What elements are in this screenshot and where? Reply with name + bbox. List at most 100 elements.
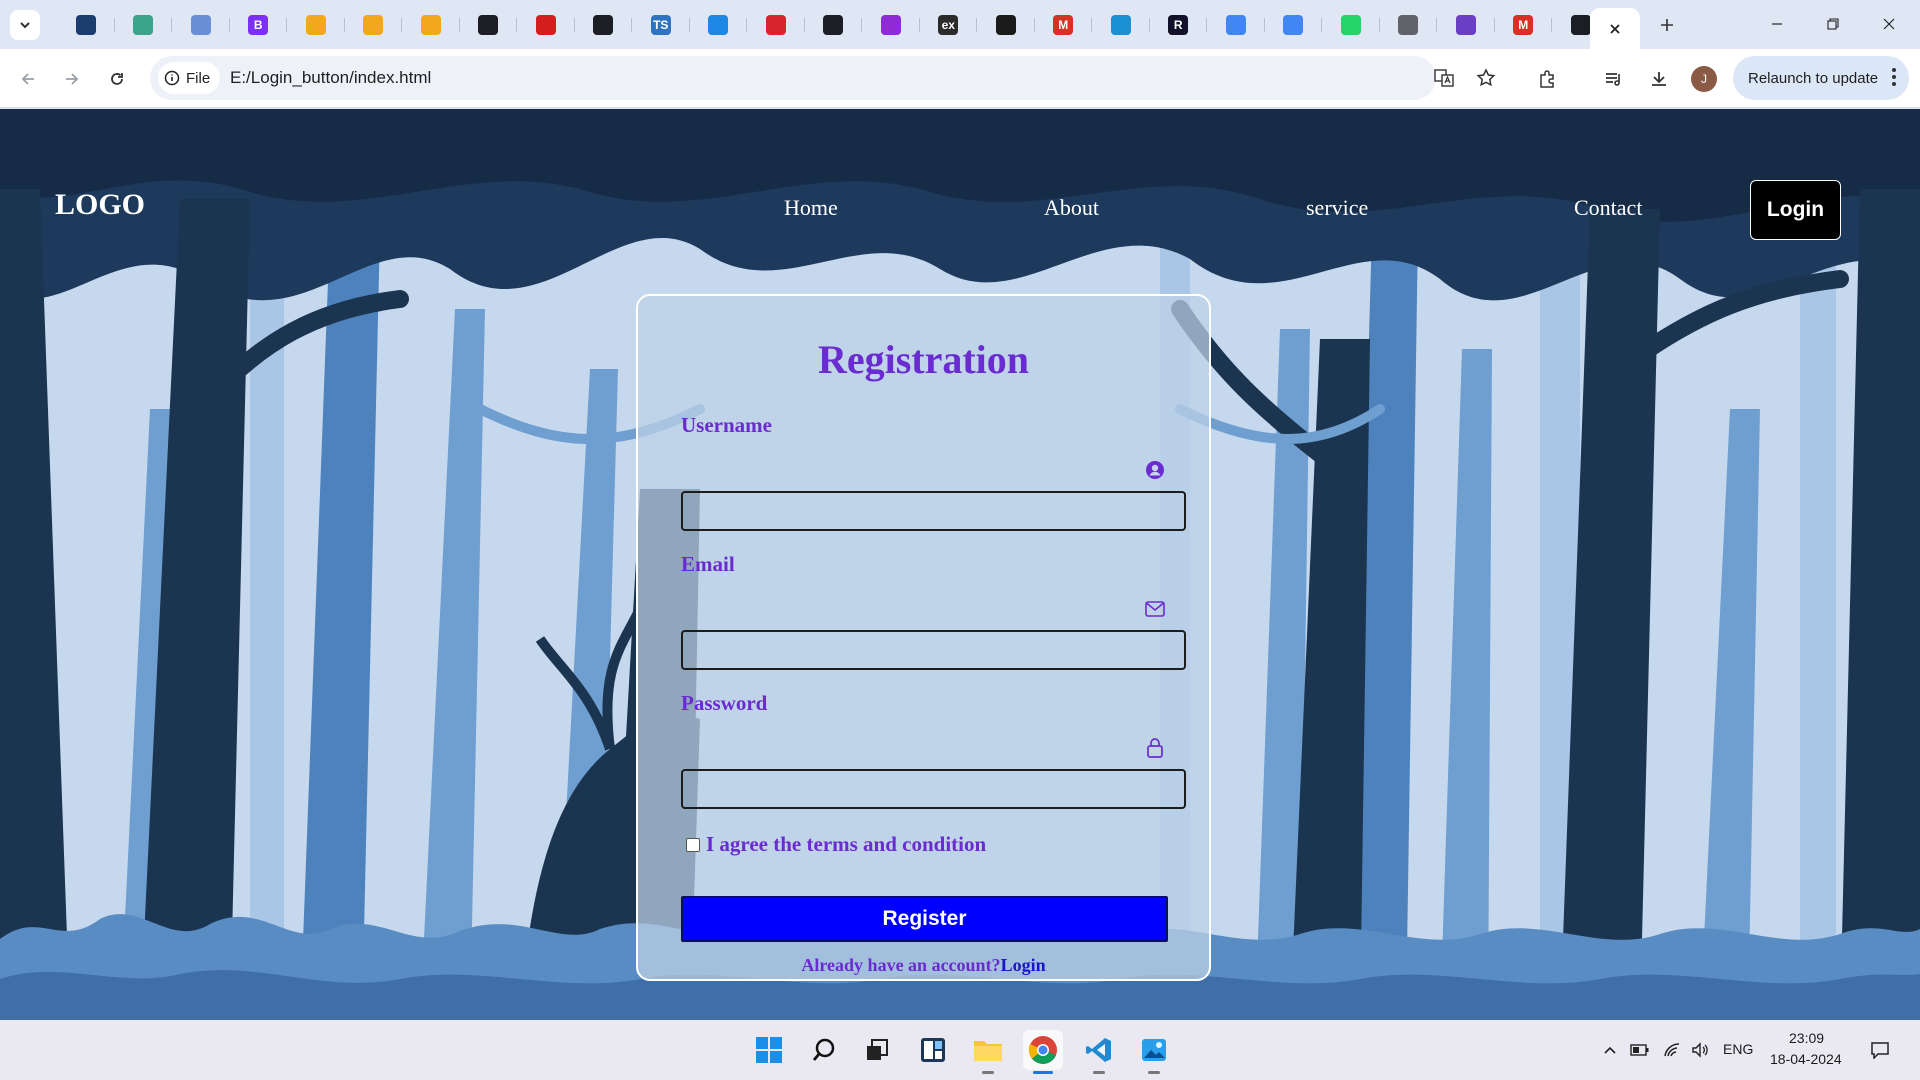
profile-avatar[interactable]: J [1691, 66, 1717, 92]
download-icon [1652, 72, 1666, 86]
site-chip-label: File [186, 69, 211, 87]
terms-row: I agree the terms and condition [686, 832, 986, 857]
tab[interactable]: M [1495, 12, 1553, 38]
r-favicon: R [1168, 15, 1189, 35]
notification-icon[interactable] [1870, 1040, 1890, 1060]
tab[interactable] [287, 12, 345, 38]
nav-link-about[interactable]: About [1044, 195, 1099, 221]
chrome-active-indicator [1033, 1071, 1053, 1074]
login-link[interactable]: Login [1001, 955, 1046, 975]
chrome-icon[interactable] [1023, 1030, 1063, 1070]
username-input[interactable] [681, 491, 1186, 531]
tab[interactable] [1437, 12, 1495, 38]
tab[interactable] [1207, 12, 1265, 38]
taskbar: ENG 23:09 18-04-2024 [0, 1020, 1920, 1080]
tab[interactable]: ex [920, 12, 978, 38]
photos-running-indicator [1148, 1071, 1160, 1074]
tab[interactable] [862, 12, 920, 38]
gmail-favicon: M [1053, 15, 1074, 35]
arrow-right-icon [66, 73, 79, 85]
battery-icon[interactable] [1630, 1040, 1650, 1060]
nav-login-button[interactable]: Login [1750, 180, 1841, 240]
bookmark-star-icon[interactable] [1472, 64, 1500, 92]
nav-link-service[interactable]: service [1306, 195, 1368, 221]
tab[interactable] [172, 12, 230, 38]
github-favicon [1570, 15, 1591, 35]
url-text[interactable]: E:/Login_button/index.html [230, 68, 431, 88]
tab[interactable] [1380, 12, 1438, 38]
terms-checkbox[interactable] [686, 837, 700, 852]
new-tab-button[interactable] [1652, 10, 1682, 40]
tab[interactable] [517, 12, 575, 38]
tab[interactable] [115, 12, 173, 38]
minimize-icon [1772, 23, 1782, 25]
active-tab[interactable] [1590, 8, 1640, 49]
back-button[interactable] [12, 63, 44, 95]
red-n-favicon [535, 15, 556, 35]
purple-list-favicon [1455, 15, 1476, 35]
tab[interactable] [1322, 12, 1380, 38]
tab[interactable] [690, 12, 748, 38]
tab[interactable] [805, 12, 863, 38]
wifi-icon[interactable] [1662, 1040, 1682, 1060]
tab[interactable] [1265, 12, 1323, 38]
search-icon[interactable] [804, 1030, 844, 1070]
tab[interactable] [345, 12, 403, 38]
tab[interactable]: TS [632, 12, 690, 38]
forward-button[interactable] [56, 63, 88, 95]
restore-button[interactable] [1808, 8, 1858, 40]
vscode-icon[interactable] [1079, 1030, 1119, 1070]
tab[interactable]: B [230, 12, 288, 38]
volume-icon[interactable] [1690, 1040, 1710, 1060]
chevron-up-icon[interactable] [1600, 1040, 1620, 1060]
chevron-down-icon [20, 22, 30, 29]
nav-link-home[interactable]: Home [784, 195, 838, 221]
page-viewport: LOGO Home About service Contact Login Re… [0, 109, 1920, 1020]
site-info-chip[interactable]: File [158, 62, 221, 94]
tab[interactable] [747, 12, 805, 38]
tab[interactable] [575, 12, 633, 38]
minimize-button[interactable] [1752, 8, 1802, 40]
clock-date[interactable]: 18-04-2024 [1770, 1051, 1842, 1067]
address-bar[interactable]: File E:/Login_button/index.html [150, 56, 1496, 100]
translate-icon[interactable] [1430, 64, 1458, 92]
tab[interactable] [977, 12, 1035, 38]
start-icon[interactable] [749, 1030, 789, 1070]
extensions-button[interactable] [1531, 63, 1563, 95]
widgets-icon[interactable] [913, 1030, 953, 1070]
close-tab-icon[interactable] [1608, 22, 1622, 36]
tab[interactable] [460, 12, 518, 38]
nav-link-contact[interactable]: Contact [1574, 195, 1642, 221]
terms-label[interactable]: I agree the terms and condition [706, 832, 986, 857]
downloads-button[interactable] [1643, 63, 1675, 95]
purple-circle-favicon [880, 15, 901, 35]
reload-button[interactable] [101, 63, 133, 95]
photos-icon[interactable] [1134, 1030, 1174, 1070]
tab-search-button[interactable] [10, 10, 40, 40]
tab[interactable] [57, 12, 115, 38]
site-logo[interactable]: LOGO [55, 188, 145, 222]
leetcode-favicon [363, 15, 384, 35]
password-input[interactable] [681, 769, 1186, 809]
leetcode-favicon [420, 15, 441, 35]
language-indicator[interactable]: ENG [1723, 1041, 1753, 1057]
media-controls-button[interactable] [1598, 63, 1630, 95]
close-window-button[interactable] [1864, 8, 1914, 40]
relaunch-to-update-button[interactable]: Relaunch to update [1733, 56, 1909, 100]
login-prompt: Already have an account?Login [638, 955, 1209, 976]
register-button[interactable]: Register [681, 896, 1168, 942]
tab[interactable]: M [1035, 12, 1093, 38]
task-view-icon[interactable] [857, 1030, 897, 1070]
ex-favicon: ex [938, 15, 959, 35]
file-explorer-icon[interactable] [968, 1030, 1008, 1070]
github-favicon [593, 15, 614, 35]
file-explorer-running-indicator [982, 1071, 994, 1074]
tab[interactable] [402, 12, 460, 38]
github-favicon [478, 15, 499, 35]
tab[interactable] [1092, 12, 1150, 38]
account-question-text: Already have an account? [801, 955, 1001, 975]
tab[interactable]: R [1150, 12, 1208, 38]
mail-icon [1144, 598, 1166, 620]
clock-time[interactable]: 23:09 [1789, 1030, 1824, 1046]
email-input[interactable] [681, 630, 1186, 670]
